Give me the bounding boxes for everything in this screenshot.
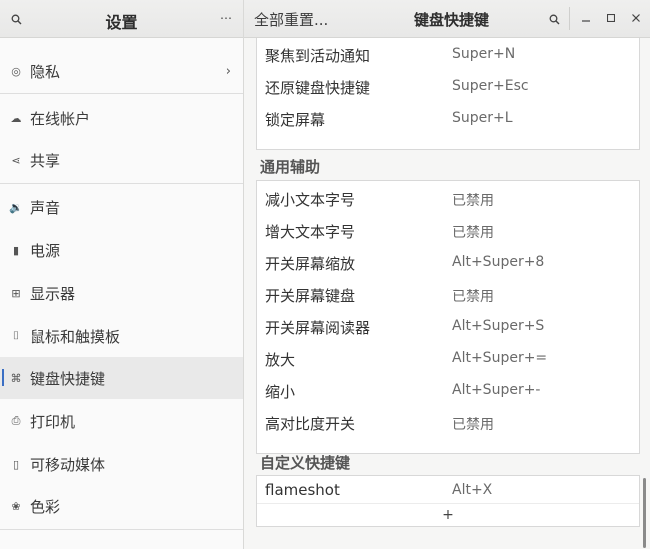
- menu-icon[interactable]: ⋯: [217, 9, 235, 27]
- cloud-icon: ☁: [10, 111, 22, 125]
- shortcut-accel: 已禁用: [452, 193, 494, 209]
- shortcut-accel: Alt+X: [452, 482, 493, 498]
- shortcut-row[interactable]: 开关屏幕键盘 已禁用: [257, 279, 639, 311]
- shortcut-name: 开关屏幕阅读器: [265, 319, 371, 337]
- printer-icon: ⎙: [11, 414, 21, 427]
- sidebar: ◎ 隐私 › ☁ 在线帐户 ⋖ 共享 🔉 声音 ▮ 电源 ⊞ 显示器 ⌷ 鼠标和…: [0, 38, 243, 549]
- sidebar-item-label: 键盘快捷键: [30, 369, 106, 388]
- sidebar-item-label: 隐私: [30, 62, 61, 81]
- shortcut-row[interactable]: 聚焦到活动通知 Super+N: [257, 39, 639, 71]
- shortcut-list-custom: flameshot Alt+X +: [256, 475, 640, 527]
- shortcut-row[interactable]: 还原键盘快捷键 Super+Esc: [257, 71, 639, 103]
- sidebar-item-power[interactable]: ▮ 电源: [0, 229, 243, 271]
- shortcut-list-system: 聚焦到活动通知 Super+N 还原键盘快捷键 Super+Esc 锁定屏幕 S…: [256, 38, 640, 150]
- sidebar-item-label: 可移动媒体: [30, 455, 106, 474]
- sidebar-item-label: 声音: [30, 198, 61, 217]
- sidebar-item-privacy[interactable]: ◎ 隐私 ›: [0, 50, 243, 92]
- sidebar-item-label: 显示器: [30, 284, 76, 303]
- shortcut-row[interactable]: 减小文本字号 已禁用: [257, 183, 639, 215]
- sidebar-item-label: 在线帐户: [30, 109, 91, 128]
- reset-all-button[interactable]: 全部重置...: [254, 9, 328, 30]
- sidebar-item-displays[interactable]: ⊞ 显示器: [0, 272, 243, 314]
- scrollbar[interactable]: [643, 478, 646, 548]
- shortcut-accel: Super+L: [452, 110, 513, 126]
- maximize-icon[interactable]: [602, 9, 620, 27]
- sidebar-item-label: 共享: [30, 151, 61, 170]
- sidebar-item-sound[interactable]: 🔉 声音: [0, 186, 243, 228]
- keyboard-shortcut-icon: ⌘: [10, 371, 22, 385]
- main-headerbar: 全部重置... 键盘快捷键: [244, 0, 650, 38]
- sidebar-item-keyboard-shortcuts[interactable]: ⌘ 键盘快捷键: [0, 357, 243, 399]
- shortcut-name: 缩小: [265, 383, 296, 401]
- sidebar-item-mouse-touchpad[interactable]: ⌷ 鼠标和触摸板: [0, 315, 243, 357]
- sidebar-item-removable-media[interactable]: ▯ 可移动媒体: [0, 443, 243, 485]
- shortcut-name: 开关屏幕缩放: [265, 255, 356, 273]
- chevron-right-icon: ›: [225, 63, 231, 79]
- header-divider: [569, 7, 570, 30]
- display-icon: ⊞: [11, 286, 21, 300]
- shortcut-name: flameshot: [265, 481, 340, 499]
- shortcut-name: 开关屏幕键盘: [265, 287, 356, 305]
- shortcut-name: 放大: [265, 351, 296, 369]
- shortcut-accel: Alt+Super+=: [452, 350, 548, 366]
- shortcut-row[interactable]: 锁定屏幕 Super+L: [257, 103, 639, 135]
- sound-icon: 🔉: [9, 200, 23, 214]
- page-title: 键盘快捷键: [413, 11, 489, 29]
- shortcut-accel: Super+Esc: [452, 78, 529, 94]
- shortcut-row[interactable]: 开关屏幕阅读器 Alt+Super+S: [257, 311, 639, 343]
- sidebar-item-label: 鼠标和触摸板: [30, 327, 121, 346]
- sidebar-title: 设置: [105, 13, 138, 32]
- shortcut-accel: Alt+Super+S: [452, 318, 545, 334]
- shortcut-name: 聚焦到活动通知: [265, 47, 371, 65]
- shortcut-accel: Super+N: [452, 46, 516, 62]
- add-shortcut-button[interactable]: +: [257, 503, 639, 526]
- minimize-icon[interactable]: [577, 9, 595, 27]
- close-icon[interactable]: [627, 9, 645, 27]
- shortcut-row[interactable]: 缩小 Alt+Super+-: [257, 375, 639, 407]
- sidebar-item-online-accounts[interactable]: ☁ 在线帐户: [0, 97, 243, 139]
- shortcut-accel: 已禁用: [452, 417, 494, 433]
- sidebar-item-sharing[interactable]: ⋖ 共享: [0, 139, 243, 181]
- sidebar-divider: [0, 183, 243, 184]
- sidebar-item-printers[interactable]: ⎙ 打印机: [0, 400, 243, 442]
- shortcut-row[interactable]: 增大文本字号 已禁用: [257, 215, 639, 247]
- section-title-custom: 自定义快捷键: [260, 454, 351, 472]
- share-icon: ⋖: [11, 153, 21, 167]
- search-icon[interactable]: [544, 9, 564, 29]
- shortcut-name: 还原键盘快捷键: [265, 79, 371, 97]
- shortcut-row[interactable]: 放大 Alt+Super+=: [257, 343, 639, 375]
- shortcuts-panel: 聚焦到活动通知 Super+N 还原键盘快捷键 Super+Esc 锁定屏幕 S…: [244, 38, 650, 549]
- mouse-icon: ⌷: [12, 329, 20, 342]
- shortcut-accel: 已禁用: [452, 289, 494, 305]
- sidebar-item-color[interactable]: ❀ 色彩: [0, 485, 243, 527]
- shortcut-name: 增大文本字号: [265, 223, 356, 241]
- shortcut-name: 锁定屏幕: [265, 111, 326, 129]
- sidebar-headerbar: 设置 ⋯: [0, 0, 243, 38]
- sidebar-divider: [0, 529, 243, 530]
- shortcut-accel: Alt+Super+8: [452, 254, 545, 270]
- sidebar-item-label: 打印机: [30, 412, 76, 431]
- privacy-icon: ◎: [11, 64, 21, 78]
- shortcut-accel: 已禁用: [452, 225, 494, 241]
- color-icon: ❀: [11, 499, 21, 513]
- shortcut-list-accessibility: 减小文本字号 已禁用 增大文本字号 已禁用 开关屏幕缩放 Alt+Super+8…: [256, 180, 640, 454]
- sidebar-item-label: 色彩: [30, 497, 61, 516]
- sidebar-divider: [0, 93, 243, 94]
- sidebar-item-label: 电源: [30, 241, 61, 260]
- shortcut-accel: Alt+Super+-: [452, 382, 541, 398]
- section-title-accessibility: 通用辅助: [260, 158, 321, 176]
- shortcut-name: 高对比度开关: [265, 415, 356, 433]
- power-icon: ▮: [12, 243, 20, 257]
- search-icon[interactable]: [6, 9, 26, 29]
- shortcut-row[interactable]: 开关屏幕缩放 Alt+Super+8: [257, 247, 639, 279]
- shortcut-name: 减小文本字号: [265, 191, 356, 209]
- shortcut-row[interactable]: 高对比度开关 已禁用: [257, 407, 639, 439]
- settings-window: 设置 ⋯ 全部重置... 键盘快捷键 ◎ 隐私 › ☁ 在线帐户 ⋖ 共享 🔉 …: [0, 0, 650, 549]
- removable-media-icon: ▯: [12, 457, 20, 471]
